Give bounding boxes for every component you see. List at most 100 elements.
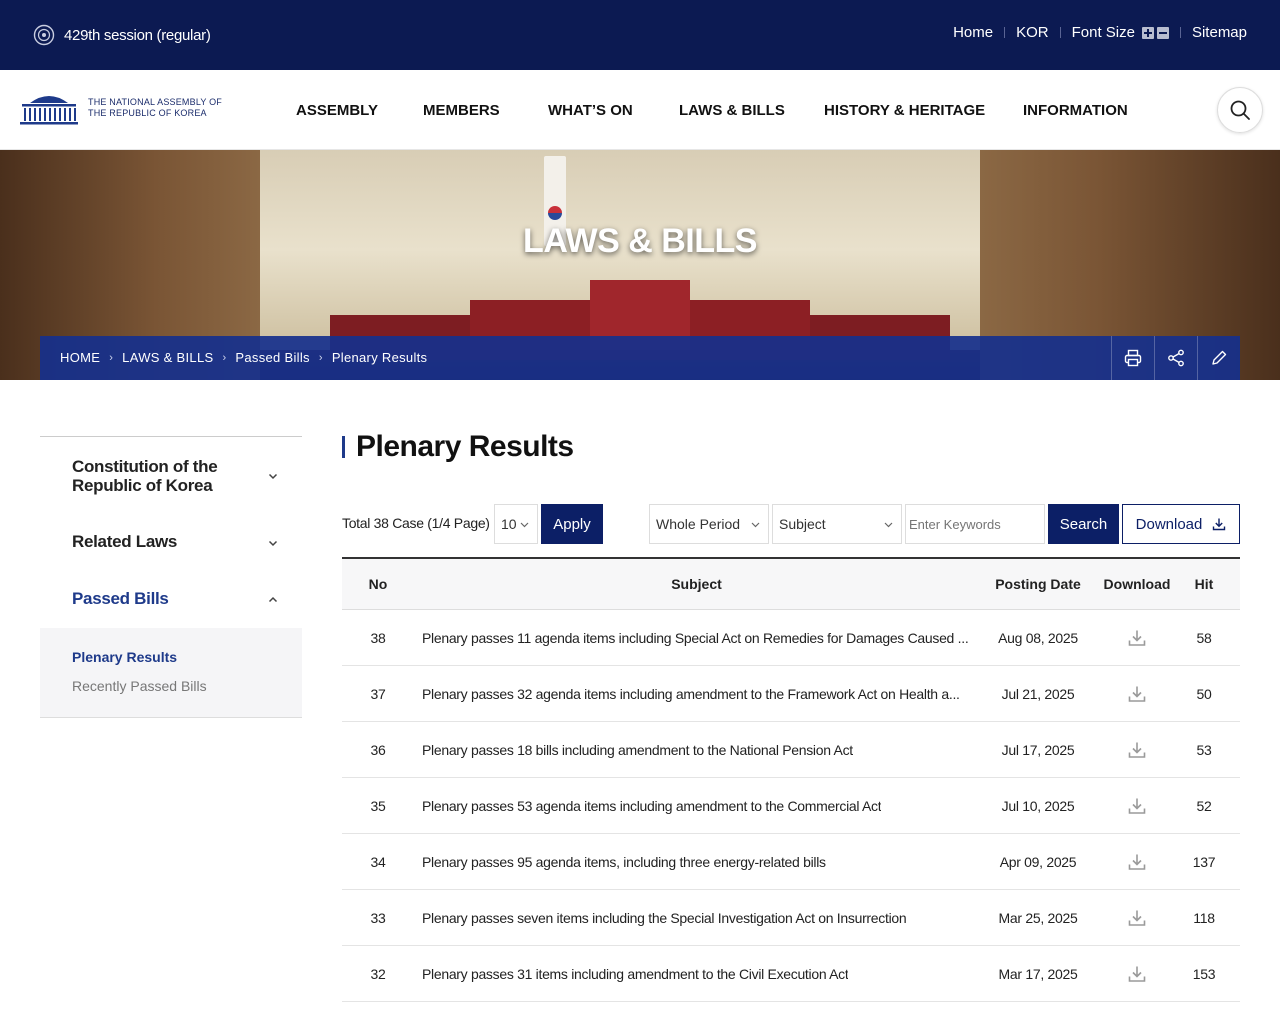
submenu-plenary-results[interactable]: Plenary Results [72,649,177,665]
row-hit: 58 [1196,629,1212,646]
nav-assembly[interactable]: ASSEMBLY [296,102,378,119]
period-select[interactable]: Whole Period [649,504,769,544]
main-header: THE NATIONAL ASSEMBLY OF THE REPUBLIC OF… [0,70,1280,150]
table-header: No Subject Posting Date Download Hit [342,559,1240,610]
chevron-down-icon [268,540,278,547]
chevron-right-icon: › [318,351,323,364]
row-subject-link[interactable]: Plenary passes 95 agenda items, includin… [422,854,826,870]
nav-information[interactable]: INFORMATION [1023,102,1128,119]
table-row[interactable]: 33 Plenary passes seven items including … [342,890,1240,946]
download-icon [1128,966,1146,982]
assembly-building-icon [20,96,78,125]
row-date: Jul 10, 2025 [1001,797,1075,814]
row-subject-cell: Plenary passes 95 agenda items, includin… [422,834,970,889]
apply-button[interactable]: Apply [541,504,603,544]
divider [1004,27,1006,38]
site-logo[interactable]: THE NATIONAL ASSEMBLY OF THE REPUBLIC OF… [20,91,222,125]
global-search-button[interactable] [1217,87,1263,133]
download-icon [1128,742,1146,758]
row-download-button[interactable] [1092,666,1182,721]
row-subject-link[interactable]: Plenary passes 32 agenda items including… [422,686,960,702]
font-increase-icon[interactable] [1141,26,1154,39]
hero-banner: LAWS & BILLS HOME › LAWS & BILLS › Passe… [0,150,1280,380]
divider [1059,27,1061,38]
row-hit: 153 [1192,965,1216,982]
session-label: 429th session (regular) [64,26,211,44]
row-subject-link[interactable]: Plenary passes 31 items including amendm… [422,966,848,982]
row-hit: 118 [1193,909,1215,926]
edit-button[interactable] [1197,336,1240,380]
row-download-button[interactable] [1092,890,1182,945]
row-subject-link[interactable]: Plenary passes seven items including the… [422,910,906,926]
row-date: Mar 17, 2025 [998,965,1078,982]
row-subject-cell: Plenary passes 53 agenda items including… [422,778,970,833]
download-icon [1128,854,1146,870]
search-button[interactable]: Search [1048,504,1119,544]
row-subject-cell: Plenary passes 31 items including amendm… [422,946,970,1001]
logo-text: THE NATIONAL ASSEMBLY OF THE REPUBLIC OF… [88,97,222,119]
table-row[interactable]: 34 Plenary passes 95 agenda items, inclu… [342,834,1240,890]
row-download-button[interactable] [1092,834,1182,889]
row-hit: 53 [1196,741,1212,758]
breadcrumb-home[interactable]: HOME [60,350,100,365]
page-title: Plenary Results [342,430,574,464]
row-subject-cell: Plenary passes 18 bills including amendm… [422,722,970,777]
breadcrumb-laws-bills[interactable]: LAWS & BILLS [122,350,213,365]
row-download-button[interactable] [1092,778,1182,833]
list-controls: Total 38 Case (1/4 Page) 10 Apply Whole … [342,504,1240,544]
breadcrumb-passed-bills[interactable]: Passed Bills [235,350,309,365]
nav-laws-bills[interactable]: LAWS & BILLS [679,102,785,119]
row-download-button[interactable] [1092,722,1182,777]
row-subject-cell: Plenary passes seven items including the… [422,890,970,945]
logo-line-1: THE NATIONAL ASSEMBLY OF [88,97,222,107]
divider [1179,27,1181,38]
table-row[interactable]: 36 Plenary passes 18 bills including ame… [342,722,1240,778]
home-link[interactable]: Home [953,24,993,41]
share-icon [1168,349,1184,367]
keyword-input[interactable] [905,504,1045,544]
row-date: Mar 25, 2025 [998,909,1078,926]
session-info: 429th session (regular) [33,24,211,46]
breadcrumb: HOME › LAWS & BILLS › Passed Bills › Ple… [60,350,427,365]
print-button[interactable] [1111,336,1154,380]
chevron-right-icon: › [222,351,227,364]
row-subject-link[interactable]: Plenary passes 18 bills including amendm… [422,742,853,758]
row-subject-link[interactable]: Plenary passes 11 agenda items including… [422,630,968,646]
table-row[interactable]: 35 Plenary passes 53 agenda items includ… [342,778,1240,834]
sidebar-label-line: Republic of Korea [72,476,213,495]
row-subject-link[interactable]: Plenary passes 53 agenda items including… [422,798,881,814]
row-hit: 50 [1196,685,1212,702]
nav-members[interactable]: MEMBERS [423,102,500,119]
language-link[interactable]: KOR [1016,24,1049,41]
table-row[interactable]: 37 Plenary passes 32 agenda items includ… [342,666,1240,722]
row-download-button[interactable] [1092,610,1182,665]
row-date: Jul 17, 2025 [1001,741,1075,758]
row-number: 38 [370,629,386,646]
nav-history-heritage[interactable]: HISTORY & HERITAGE [824,102,985,119]
submenu-recently-passed-bills[interactable]: Recently Passed Bills [72,678,207,694]
column-header-subject: Subject [671,576,722,592]
sidebar-item-label: Related Laws [72,532,178,551]
page-tools [1111,336,1240,380]
title-accent-bar [342,436,345,458]
download-label: Download [1135,515,1203,533]
assembly-emblem-icon [33,24,55,46]
total-count: Total 38 Case (1/4 Page) [342,515,490,531]
pencil-icon [1212,350,1227,365]
page-size-select[interactable]: 10 [494,504,538,544]
download-button[interactable]: Download [1122,504,1240,544]
table-row[interactable]: 38 Plenary passes 11 agenda items includ… [342,610,1240,666]
nav-whats-on[interactable]: WHAT’S ON [548,102,633,119]
row-number: 37 [370,685,386,702]
table-row[interactable]: 32 Plenary passes 31 items including ame… [342,946,1240,1002]
share-button[interactable] [1154,336,1197,380]
search-field-select[interactable]: Subject [772,504,902,544]
row-number: 32 [370,965,386,982]
sitemap-link[interactable]: Sitemap [1192,24,1247,41]
row-download-button[interactable] [1092,946,1182,1001]
font-decrease-icon[interactable] [1156,26,1169,39]
column-header-no: No [368,576,388,592]
utility-links: Home KOR Font Size Sitemap [953,24,1247,41]
chevron-right-icon: › [109,351,114,364]
column-header-date: Posting Date [995,576,1081,592]
